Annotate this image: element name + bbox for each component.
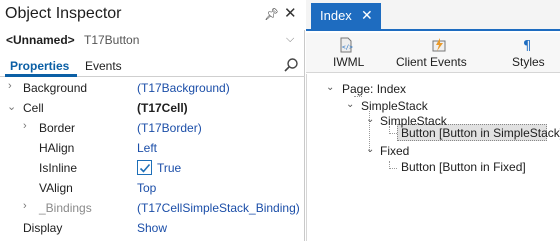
component-tree: ⌄ Page: Index ⌄ SimpleStack ⌄ SimpleStac…: [306, 74, 560, 241]
tab-label: Index: [320, 8, 352, 23]
property-key: VAlign: [39, 181, 73, 195]
tree-node-page[interactable]: Page: Index: [342, 82, 406, 96]
property-value[interactable]: (T17Cell): [137, 101, 188, 115]
object-inspector-panel: Object Inspector 📌︎ ✕ <Unnamed> T17Butto…: [0, 0, 305, 241]
toolbar-label: Styles: [512, 55, 545, 69]
tab-properties[interactable]: Properties: [5, 56, 77, 77]
svg-text:</>: </>: [342, 44, 353, 51]
property-value[interactable]: Top: [137, 181, 156, 195]
index-panel: Index ✕ </> IWML Client Events ¶ Styles …: [306, 0, 560, 241]
tree-connector: [389, 133, 397, 134]
search-icon[interactable]: [283, 57, 299, 73]
property-row-isinline[interactable]: IsInline True: [0, 158, 305, 178]
property-row-border[interactable]: › Border (T17Border): [0, 118, 305, 138]
property-value[interactable]: Left: [137, 141, 157, 155]
svg-text:¶: ¶: [523, 39, 531, 53]
chevron-right-icon[interactable]: ›: [23, 120, 27, 132]
tree-node-fixed[interactable]: Fixed: [380, 144, 409, 158]
chevron-down-icon[interactable]: ⌄: [7, 100, 16, 113]
checkmark-icon: [139, 163, 151, 173]
tree-node-button[interactable]: Button [Button in SimpleStack]: [401, 126, 560, 140]
panel-title: Object Inspector: [5, 5, 122, 22]
styles-button[interactable]: ¶ Styles: [504, 35, 554, 71]
expander-icon[interactable]: ⌄: [346, 99, 354, 110]
expander-icon[interactable]: ⌄: [326, 82, 334, 93]
iwml-button[interactable]: </> IWML: [316, 35, 376, 71]
expander-icon[interactable]: ⌄: [366, 114, 374, 125]
tab-index[interactable]: Index ✕: [311, 3, 381, 29]
property-value[interactable]: (T17Background): [137, 81, 230, 95]
chevron-right-icon[interactable]: ›: [23, 200, 27, 212]
client-events-button[interactable]: Client Events: [394, 35, 484, 71]
chevron-right-icon[interactable]: ›: [8, 80, 12, 92]
expander-icon[interactable]: ⌄: [366, 144, 374, 155]
tree-node-simplestack[interactable]: SimpleStack: [361, 99, 428, 113]
property-row-halign[interactable]: HAlign Left: [0, 138, 305, 158]
pin-icon[interactable]: 📌︎: [264, 7, 279, 21]
tree-connector: [389, 168, 397, 169]
property-key: Display: [23, 221, 63, 235]
component-selector[interactable]: <Unnamed> T17Button ⌵: [0, 30, 305, 52]
close-icon[interactable]: ✕: [284, 4, 297, 22]
property-row-background[interactable]: › Background (T17Background): [0, 78, 305, 98]
document-tabbar: Index ✕: [306, 0, 560, 31]
events-icon: [432, 38, 446, 52]
toolbar-label: Client Events: [396, 55, 467, 69]
property-key: _Bindings: [39, 201, 92, 215]
property-row-bindings[interactable]: › _Bindings (T17CellSimpleStack_Binding): [0, 198, 305, 218]
property-key: IsInline: [39, 161, 78, 175]
object-inspector-titlebar: Object Inspector 📌︎ ✕: [0, 0, 305, 30]
property-key: Border: [39, 121, 76, 135]
component-name: <Unnamed>: [6, 33, 75, 47]
index-toolbar: </> IWML Client Events ¶ Styles: [306, 33, 560, 73]
property-value[interactable]: Show: [137, 221, 167, 235]
property-value[interactable]: (T17CellSimpleStack_Binding): [137, 201, 300, 215]
chevron-down-icon[interactable]: ⌵: [286, 33, 294, 46]
isinline-checkbox[interactable]: [137, 160, 152, 175]
property-row-display[interactable]: Display Show: [0, 218, 305, 238]
tree-connector: [354, 96, 362, 97]
property-value: True: [157, 161, 182, 175]
property-row-cell[interactable]: ⌄ Cell (T17Cell): [0, 98, 305, 118]
ide-window: Object Inspector 📌︎ ✕ <Unnamed> T17Butto…: [0, 0, 560, 241]
toolbar-label: IWML: [333, 55, 365, 69]
property-row-valign[interactable]: VAlign Top: [0, 178, 305, 198]
inspector-tabs: Properties Events: [0, 56, 305, 77]
tab-events[interactable]: Events: [80, 56, 128, 77]
property-key: Cell: [23, 101, 44, 115]
paragraph-icon: ¶: [523, 39, 531, 53]
close-icon[interactable]: ✕: [361, 7, 373, 24]
property-key: Background: [23, 81, 88, 95]
tree-node-button-fixed[interactable]: Button [Button in Fixed]: [401, 160, 526, 174]
property-value[interactable]: (T17Border): [137, 121, 202, 135]
property-key: HAlign: [39, 141, 75, 155]
code-file-icon: </>: [340, 37, 353, 53]
component-class: T17Button: [84, 33, 140, 47]
